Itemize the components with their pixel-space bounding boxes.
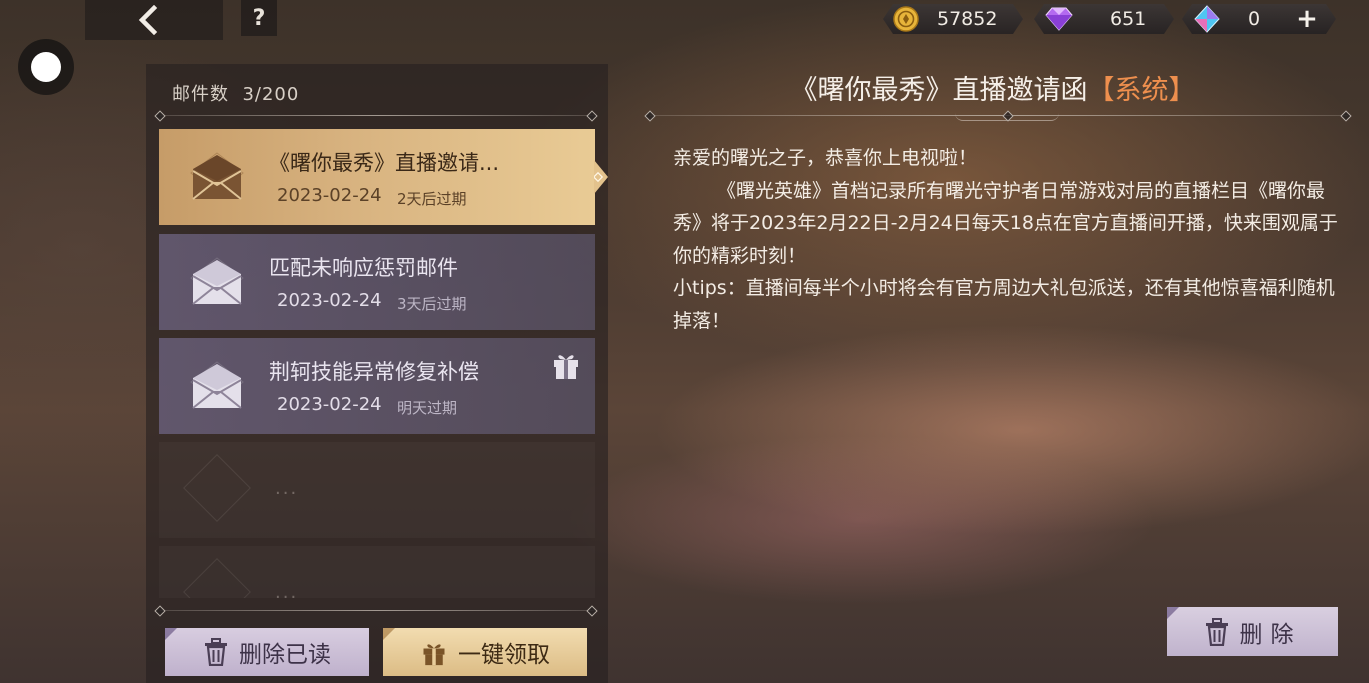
divider-ornament: [644, 110, 656, 122]
mail-title: 《曙你最秀》直播邀请...: [269, 151, 500, 175]
divider-ornament: [1340, 110, 1352, 122]
mail-count: 邮件数 3/200: [172, 84, 300, 105]
mail-date: 2023-02-24: [277, 394, 382, 415]
gold-value: 57852: [937, 8, 998, 30]
mail-expiry: 3天后过期: [397, 295, 467, 313]
delete-mail-label: 删除: [1239, 621, 1302, 648]
mail-paragraph: 小tips：直播间每半个小时将会有官方周边大礼包派送，还有其他惊喜福利随机掉落！: [673, 277, 1335, 332]
delete-mail-button[interactable]: 删除: [1167, 607, 1338, 656]
purple-diamond-icon: [1044, 6, 1074, 32]
mail-date: 2023-02-24: [277, 290, 382, 311]
empty-slot-icon: [183, 454, 251, 522]
mail-title: 荆轲技能异常修复补偿: [269, 360, 479, 384]
delete-read-label: 删除已读: [239, 642, 331, 668]
empty-mail-slot: ...: [159, 546, 595, 598]
mail-detail-title-text: 《曙你最秀》直播邀请函: [790, 75, 1088, 106]
gold-coin-icon: [893, 6, 919, 32]
mail-paragraph: 亲爱的曙光之子，恭喜你上电视啦！: [673, 147, 978, 169]
mail-date: 2023-02-24: [277, 185, 382, 206]
blue-gem-currency: 0 +: [1182, 4, 1336, 34]
claim-all-label: 一键领取: [458, 642, 550, 668]
gift-icon: [423, 644, 445, 666]
floating-ball-icon: [31, 52, 61, 82]
help-label: ?: [252, 5, 266, 31]
envelope-icon: [190, 152, 244, 200]
list-bottom-divider: [160, 610, 594, 611]
empty-slot-icon: [183, 558, 251, 598]
mail-expiry: 2天后过期: [397, 190, 467, 208]
empty-mail-slot: ...: [159, 442, 595, 538]
mail-item[interactable]: 荆轲技能异常修复补偿 2023-02-24 明天过期: [159, 338, 595, 434]
mail-detail-body: 亲爱的曙光之子，恭喜你上电视啦！ 《曙光英雄》首档记录所有曙光守护者日常游戏对局…: [673, 142, 1353, 337]
mail-expiry: 明天过期: [397, 399, 458, 417]
trash-icon: [205, 638, 227, 666]
add-currency-button[interactable]: +: [1296, 4, 1318, 34]
empty-slot-dots: ...: [275, 478, 299, 499]
purple-gem-currency: 651: [1034, 4, 1174, 34]
list-top-divider: [160, 115, 594, 116]
blue-gem-value: 0: [1248, 8, 1261, 30]
mail-detail-title: 《曙你最秀》直播邀请函【系统】: [640, 68, 1346, 107]
purple-gem-value: 651: [1110, 8, 1147, 30]
mail-item[interactable]: 匹配未响应惩罚邮件 2023-02-24 3天后过期: [159, 234, 595, 330]
mail-title: 匹配未响应惩罚邮件: [269, 256, 458, 280]
selection-pointer-icon: [594, 160, 608, 194]
envelope-icon: [190, 361, 244, 409]
claim-all-button[interactable]: 一键领取: [383, 628, 587, 676]
gold-currency: 57852: [883, 4, 1023, 34]
blue-crystal-icon: [1194, 5, 1220, 33]
empty-slot-dots: ...: [275, 582, 299, 598]
envelope-icon: [190, 257, 244, 305]
mail-item-selected[interactable]: 《曙你最秀》直播邀请... 2023-02-24 2天后过期: [159, 129, 595, 225]
help-button[interactable]: ?: [241, 0, 277, 36]
trash-icon: [1205, 617, 1228, 646]
floating-ball-button[interactable]: [18, 39, 74, 95]
chevron-left-icon: [138, 5, 158, 35]
delete-read-button[interactable]: 删除已读: [165, 628, 369, 676]
gift-icon: [554, 355, 578, 379]
back-button[interactable]: [85, 0, 223, 40]
mail-category-tag: 【系统】: [1087, 75, 1196, 106]
mail-paragraph: 《曙光英雄》首档记录所有曙光守护者日常游戏对局的直播栏目《曙你最秀》将于2023…: [673, 179, 1338, 267]
